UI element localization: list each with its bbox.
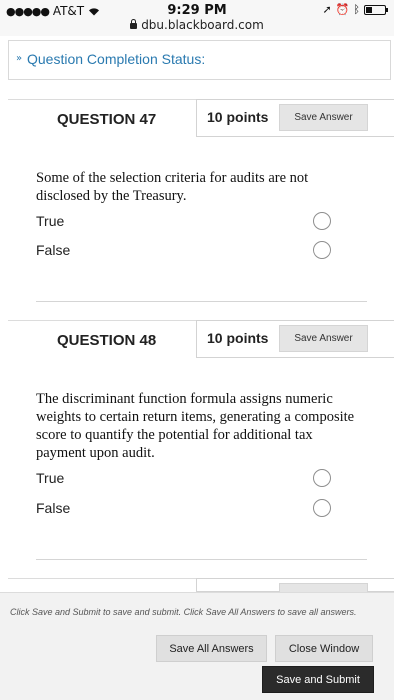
question-points-panel: 10 points Save Answer <box>196 99 394 137</box>
points-value: 10 points <box>207 330 269 346</box>
radio-true[interactable] <box>313 469 331 487</box>
address-bar[interactable]: dbu.blackboard.com <box>0 18 394 32</box>
points-value: 10 points <box>207 109 269 125</box>
radio-true[interactable] <box>313 212 331 230</box>
url-text: dbu.blackboard.com <box>141 18 264 32</box>
submit-panel: Click Save and Submit to save and submit… <box>0 592 394 700</box>
option-label-false: False <box>36 500 71 516</box>
completion-status-label: Question Completion Status: <box>27 51 206 67</box>
option-label-true: True <box>36 470 65 486</box>
submit-instructions: Click Save and Submit to save and submit… <box>10 607 357 617</box>
status-icons: ➚ ⏰ ᛒ <box>322 3 388 16</box>
option-label-false: False <box>36 242 71 258</box>
save-all-answers-button[interactable]: Save All Answers <box>156 635 267 662</box>
question-text: Some of the selection criteria for audit… <box>36 170 309 204</box>
ios-status-bar: ●●●●● AT&T 9:29 PM ➚ ⏰ ᛒ dbu.blackboard.… <box>0 0 394 36</box>
question-divider <box>36 301 367 302</box>
question-title: QUESTION 47 <box>57 111 157 128</box>
completion-status-toggle[interactable]: » Question Completion Status: <box>8 40 391 80</box>
option-label-true: True <box>36 213 65 229</box>
battery-icon <box>364 4 388 15</box>
alarm-icon: ⏰ <box>335 3 350 16</box>
radio-false[interactable] <box>313 499 331 517</box>
question-title: QUESTION 48 <box>57 332 157 349</box>
close-window-button[interactable]: Close Window <box>275 635 373 662</box>
location-icon: ➚ <box>322 3 332 16</box>
radio-false[interactable] <box>313 241 331 259</box>
question-divider <box>36 559 367 560</box>
question-text: The discriminant function formula assign… <box>36 391 355 461</box>
lock-icon <box>130 19 138 29</box>
save-answer-button[interactable]: Save Answer <box>279 104 368 131</box>
save-and-submit-button[interactable]: Save and Submit <box>262 666 374 693</box>
question-points-panel: 10 points Save Answer <box>196 320 394 358</box>
save-answer-button[interactable]: Save Answer <box>279 325 368 352</box>
double-chevron-down-icon: » <box>16 53 23 64</box>
bluetooth-icon: ᛒ <box>353 3 360 16</box>
question-points-panel <box>196 578 394 593</box>
